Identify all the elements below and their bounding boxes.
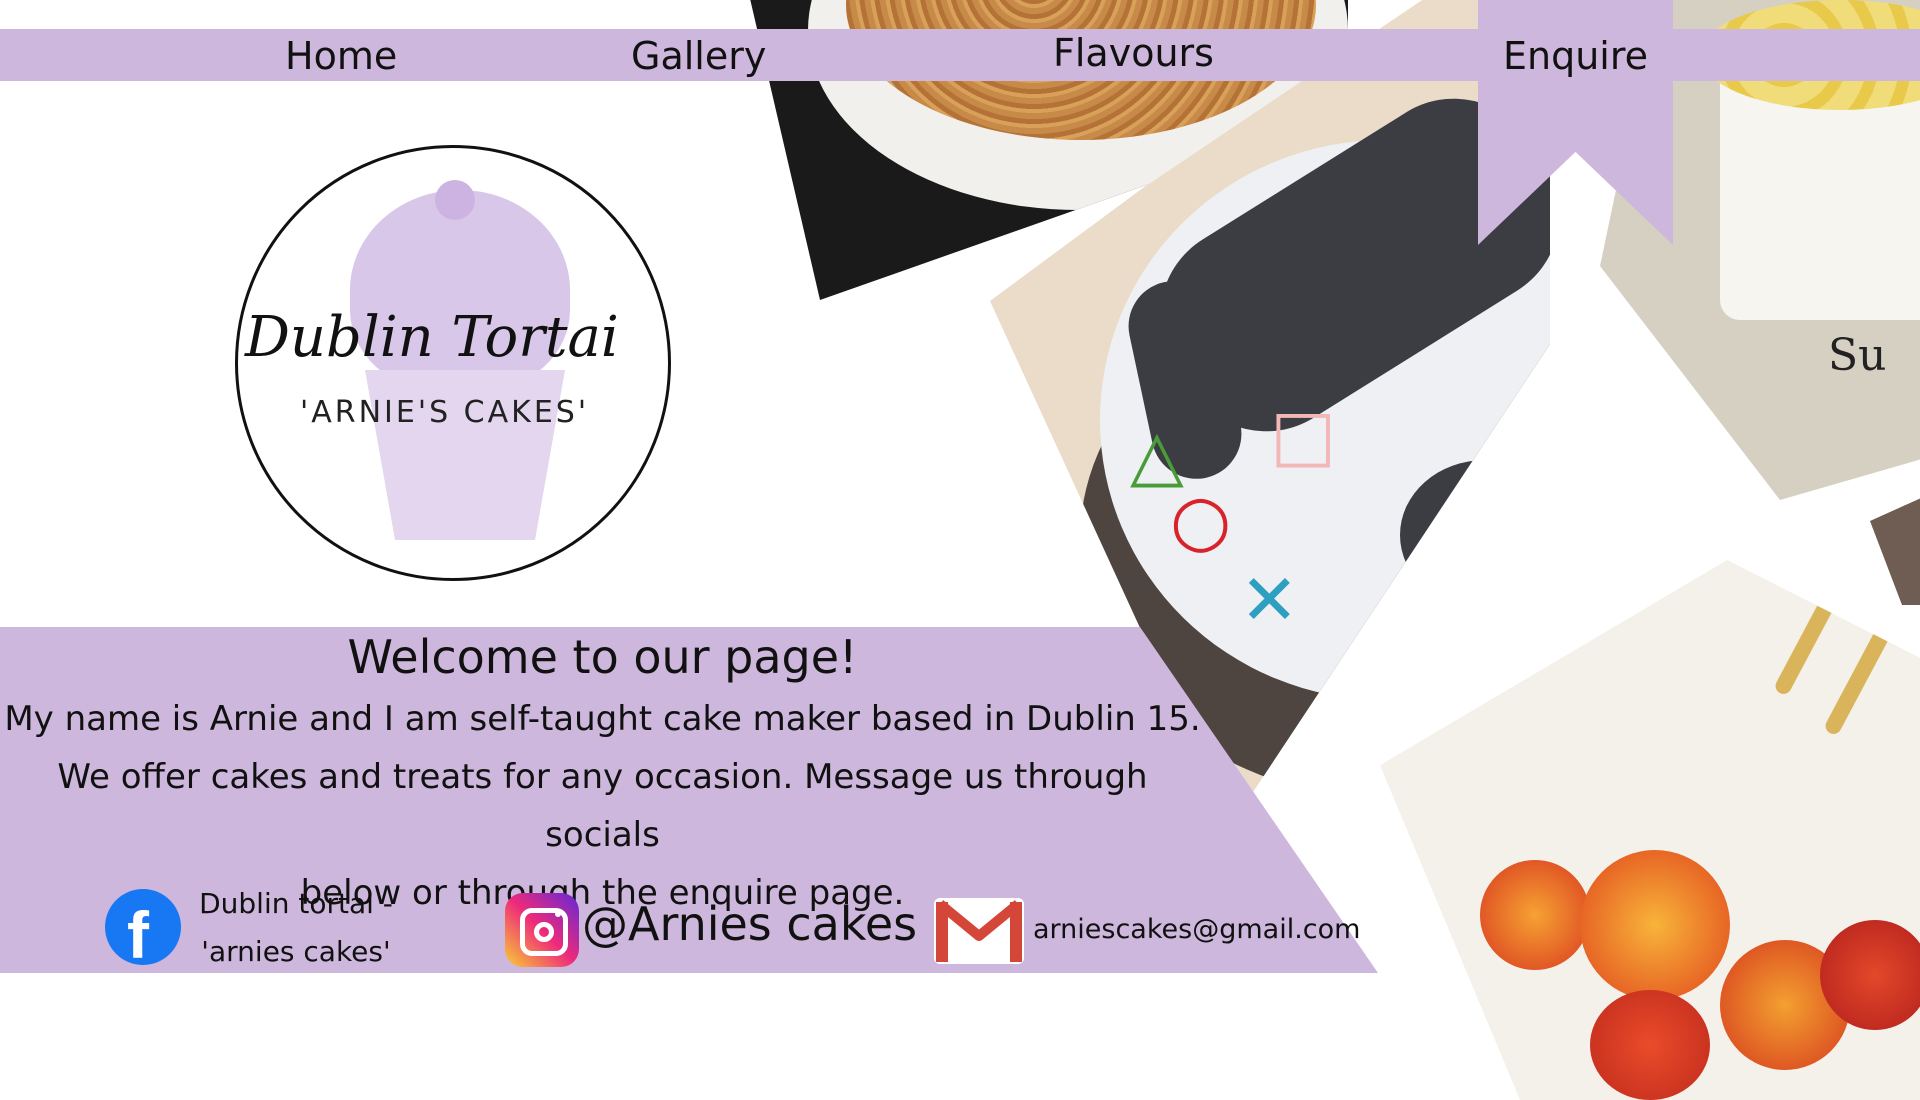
nav-flavours[interactable]: Flavours — [1053, 26, 1214, 78]
square-icon: □ — [1270, 394, 1337, 476]
rose — [1820, 920, 1920, 1030]
logo-subtitle: 'ARNIE'S CAKES' — [300, 395, 590, 430]
cherry-icon — [435, 180, 475, 220]
brand-logo: Dublin Tortai 'ARNIE'S CAKES' — [230, 140, 690, 581]
facebook-link[interactable]: Dublin tortai - 'arnies cakes' — [186, 880, 406, 976]
cake-photo-edge — [1870, 485, 1920, 605]
nav-enquire-label: Enquire — [1502, 34, 1649, 78]
gold-leaf — [1772, 583, 1844, 697]
gold-leaf — [1822, 623, 1894, 737]
cake-lettering: Su — [1828, 330, 1887, 381]
nav-gallery[interactable]: Gallery — [631, 29, 766, 81]
playstation-logo-icon — [1455, 505, 1515, 560]
rose — [1590, 990, 1710, 1100]
logo-title: Dublin Tortai — [245, 305, 619, 370]
facebook-icon[interactable]: f — [105, 889, 181, 972]
facebook-line: 'arnies cakes' — [201, 935, 391, 968]
nav-home[interactable]: Home — [285, 29, 397, 81]
flower-cake-photo — [1380, 560, 1920, 1100]
instagram-icon[interactable] — [505, 893, 579, 967]
welcome-line: We offer cakes and treats for any occasi… — [57, 757, 1148, 855]
cross-icon: ✕ — [1240, 559, 1299, 641]
instagram-link[interactable]: @Arnies cakes — [582, 897, 917, 951]
facebook-line: Dublin tortai - — [199, 887, 393, 920]
rose — [1580, 850, 1730, 1000]
email-link[interactable]: arniescakes@gmail.com — [1033, 914, 1360, 945]
playstation-badge — [1400, 460, 1550, 610]
welcome-title: Welcome to our page! — [347, 630, 858, 684]
nav-enquire[interactable]: Enquire — [1478, 0, 1673, 245]
welcome-line: My name is Arnie and I am self-taught ca… — [4, 699, 1201, 739]
gmail-icon[interactable] — [934, 898, 1024, 964]
rose — [1480, 860, 1590, 970]
welcome-text: My name is Arnie and I am self-taught ca… — [0, 690, 1205, 922]
circle-icon: ○ — [1170, 479, 1232, 561]
